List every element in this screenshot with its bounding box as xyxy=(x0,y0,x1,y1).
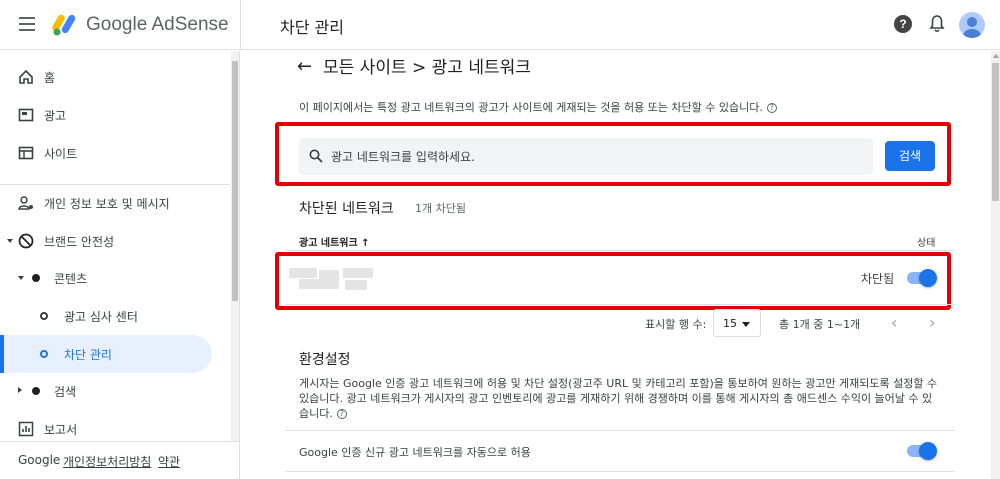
help-icon[interactable]: ? xyxy=(336,409,347,419)
home-icon xyxy=(19,69,33,84)
dropdown-arrow-icon xyxy=(742,322,750,327)
sidebar-item-label: 브랜드 안전성 xyxy=(44,234,115,249)
preferences-title: 환경설정 xyxy=(299,352,351,368)
privacy-icon xyxy=(18,196,33,210)
ring-icon xyxy=(40,350,48,358)
ring-icon xyxy=(40,312,48,320)
sites-icon xyxy=(18,146,34,160)
breadcrumb: 모든 사이트 > 광고 네트워크 xyxy=(323,58,531,78)
page-description: 이 페이지에서는 특정 광고 네트워크의 광고가 사이트에 게재되는 것을 허용… xyxy=(299,99,777,115)
caret-down-icon xyxy=(18,276,24,280)
notifications-icon[interactable] xyxy=(929,15,945,33)
network-name-redacted xyxy=(289,268,373,290)
avatar[interactable] xyxy=(959,12,985,38)
sidebar-item-label: 개인 정보 보호 및 메시지 xyxy=(44,196,170,211)
sidebar-item-sites[interactable]: 사이트 xyxy=(0,134,212,172)
table-header-divider xyxy=(285,250,955,251)
column-header-status: 상태 xyxy=(917,238,936,249)
row-status: 차단됨 xyxy=(861,272,895,286)
blocked-networks-title: 차단된 네트워크 xyxy=(299,201,394,217)
terms-link[interactable]: 약관 xyxy=(158,453,180,470)
reports-icon xyxy=(18,421,34,437)
column-header-network[interactable]: 광고 네트워크 ↑ xyxy=(299,234,370,249)
blocked-count: 1개 차단됨 xyxy=(415,202,466,215)
search-button[interactable]: 검색 xyxy=(885,141,935,171)
page-title: 차단 관리 xyxy=(280,18,344,37)
sidebar-item-content[interactable]: 콘텐츠 xyxy=(0,259,212,297)
preferences-divider xyxy=(285,430,955,431)
menu-icon[interactable] xyxy=(19,17,35,31)
description-text: 이 페이지에서는 특정 광고 네트워크의 광고가 사이트에 게재되는 것을 허용… xyxy=(299,101,763,114)
next-page-button[interactable]: › xyxy=(929,313,935,332)
ad-icon xyxy=(18,108,34,122)
sidebar-item-label: 사이트 xyxy=(44,146,78,161)
sidebar-item-ad-review-center[interactable]: 광고 심사 센터 xyxy=(0,297,212,335)
scrollbar-thumb[interactable] xyxy=(992,63,999,201)
sidebar-item-label: 보고서 xyxy=(44,422,78,437)
help-icon[interactable]: ? xyxy=(766,103,777,113)
rows-per-page-select[interactable]: 15 xyxy=(713,309,761,337)
app-name: Google AdSense xyxy=(86,14,229,35)
sidebar-item-brand-safety[interactable]: 브랜드 안전성 xyxy=(0,222,212,260)
preferences-description-text: 게시자는 Google 인증 광고 네트워크에 허용 및 차단 설정(광고주 U… xyxy=(299,377,938,420)
sidebar-footer: Google 개인정보처리방침 약관 xyxy=(0,441,239,479)
dot-icon xyxy=(32,274,40,282)
preferences-description: 게시자는 Google 인증 광고 네트워크에 허용 및 차단 설정(광고주 U… xyxy=(299,376,939,421)
sidebar-item-label: 검색 xyxy=(54,384,77,399)
dot-icon xyxy=(32,387,40,395)
auto-allow-toggle[interactable] xyxy=(907,442,937,460)
pagination-range: 총 1개 중 1~1개 xyxy=(779,318,861,331)
block-toggle[interactable] xyxy=(907,269,937,287)
sidebar-item-label: 콘텐츠 xyxy=(54,271,88,286)
search-field[interactable]: 광고 네트워크를 입력하세요. xyxy=(299,138,873,175)
sidebar-item-home[interactable]: 홈 xyxy=(0,58,212,96)
back-arrow-icon[interactable]: ← xyxy=(297,56,312,77)
highlight-box-row xyxy=(275,252,951,310)
user-avatar-icon xyxy=(963,17,981,38)
sidebar-item-ads[interactable]: 광고 xyxy=(0,96,212,134)
top-app-bar: Google AdSense 차단 관리 ? xyxy=(0,0,1000,50)
rows-per-page-value: 15 xyxy=(723,317,737,330)
privacy-policy-link[interactable]: 개인정보처리방침 xyxy=(63,453,151,470)
search-icon xyxy=(309,149,323,163)
search-input[interactable]: 광고 네트워크를 입력하세요. xyxy=(331,148,475,165)
main-scrollbar[interactable] xyxy=(991,51,1000,479)
sidebar-item-blocking-controls[interactable]: 차단 관리 xyxy=(0,335,212,373)
sidebar-item-label: 홈 xyxy=(44,70,56,85)
sidebar-item-label: 광고 심사 센터 xyxy=(64,309,138,324)
sidebar-item-privacy[interactable]: 개인 정보 보호 및 메시지 xyxy=(0,184,212,222)
block-icon xyxy=(18,233,34,249)
main-content: ← 모든 사이트 > 광고 네트워크 이 페이지에서는 특정 광고 네트워크의 … xyxy=(241,51,991,479)
scroll-up-icon[interactable] xyxy=(993,54,999,58)
sidebar-item-label: 광고 xyxy=(44,108,67,123)
help-icon[interactable]: ? xyxy=(894,15,912,33)
sidebar: 홈 광고 사이트 개인 정보 보호 및 메시지 브랜드 안전성 콘텐츠 광고 심… xyxy=(0,51,240,479)
header-divider xyxy=(240,0,241,50)
sidebar-item-label: 차단 관리 xyxy=(64,347,112,362)
sidebar-scrollbar[interactable] xyxy=(231,51,239,441)
table-row-divider xyxy=(285,304,955,305)
caret-down-icon xyxy=(7,239,13,243)
adsense-logo-icon xyxy=(52,14,76,36)
scrollbar-thumb[interactable] xyxy=(232,61,238,301)
sidebar-item-search[interactable]: 검색 xyxy=(0,372,212,410)
auto-allow-label: Google 인증 신규 광고 네트워크를 자동으로 허용 xyxy=(299,446,531,459)
footer-brand: Google xyxy=(18,453,61,467)
preferences-divider xyxy=(285,471,955,472)
rows-per-page-label: 표시할 행 수: xyxy=(645,318,707,331)
caret-right-icon xyxy=(18,387,22,393)
prev-page-button[interactable]: ‹ xyxy=(891,313,897,332)
